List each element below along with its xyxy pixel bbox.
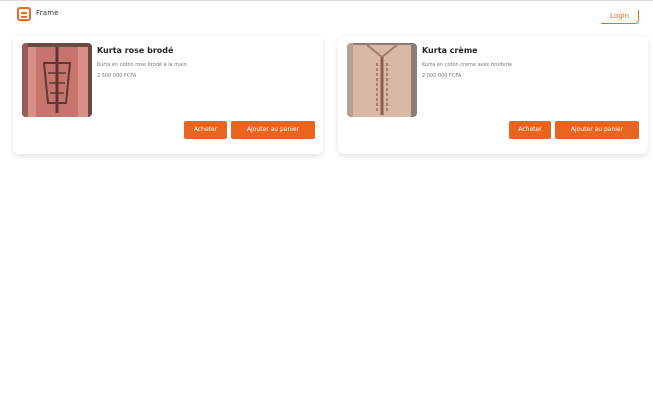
product-title[interactable]: Kurta rose brodé bbox=[97, 46, 173, 55]
product-image bbox=[347, 43, 417, 117]
product-card: Kurta crème Kurta en coton crème avec br… bbox=[338, 36, 648, 154]
product-price: 2 500 000 FCFA bbox=[97, 73, 137, 79]
login-button[interactable]: Login bbox=[601, 10, 639, 24]
buy-button[interactable]: Acheter bbox=[184, 121, 227, 139]
product-price: 2 000 000 FCFA bbox=[422, 73, 462, 79]
brand-name: Frame bbox=[36, 9, 59, 17]
brand-logo-icon[interactable] bbox=[17, 7, 31, 21]
product-image bbox=[22, 43, 92, 117]
product-description: Kurta en coton rose brodé à la main bbox=[97, 62, 187, 68]
product-card: Kurta rose brodé Kurta en coton rose bro… bbox=[13, 36, 323, 154]
product-title[interactable]: Kurta crème bbox=[422, 46, 478, 55]
top-bar: Frame Login bbox=[0, 0, 653, 31]
add-to-cart-button[interactable]: Ajouter au panier bbox=[231, 121, 315, 139]
buy-button[interactable]: Acheter bbox=[509, 121, 551, 139]
add-to-cart-button[interactable]: Ajouter au panier bbox=[555, 121, 639, 139]
product-description: Kurta en coton crème avec broderie bbox=[422, 62, 512, 68]
